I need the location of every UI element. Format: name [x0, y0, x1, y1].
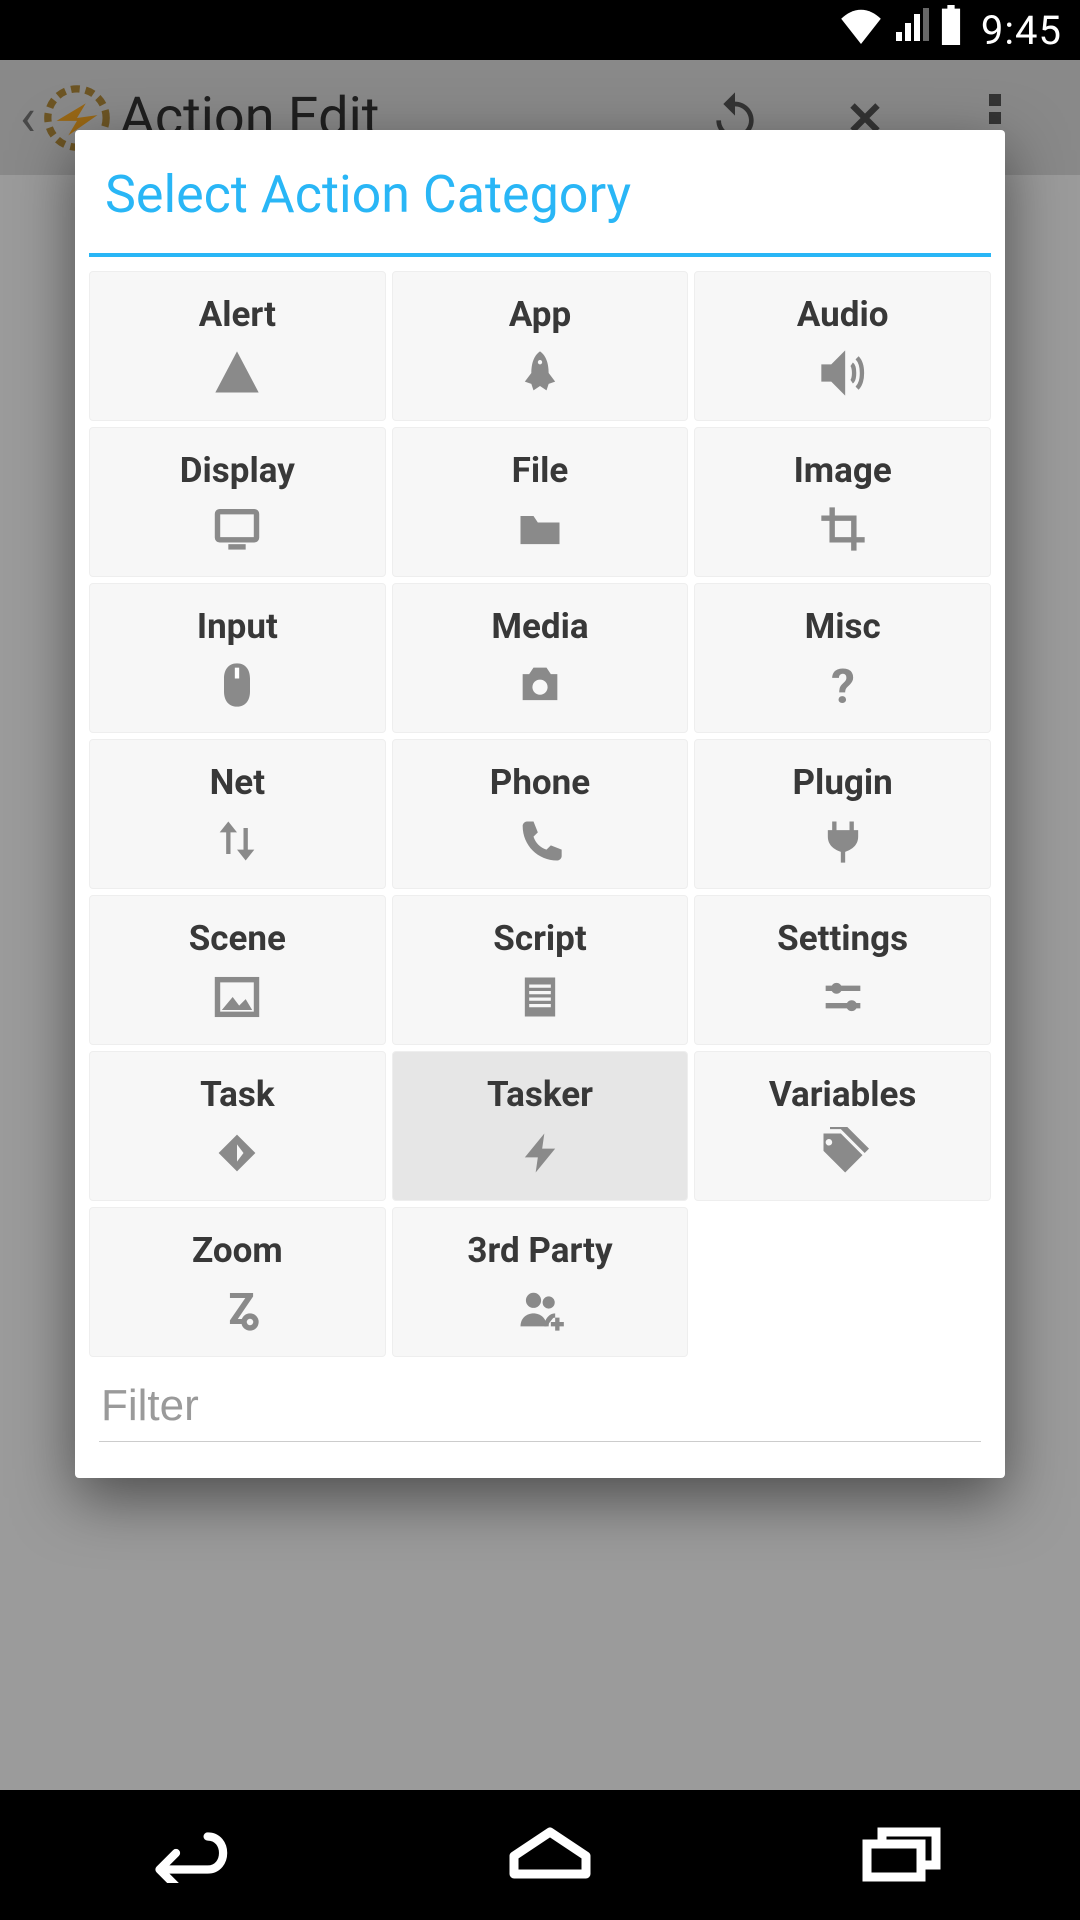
wifi-icon — [839, 7, 883, 54]
category-plugin[interactable]: Plugin — [694, 739, 991, 889]
signal-icon — [893, 7, 929, 54]
category-phone[interactable]: Phone — [392, 739, 689, 889]
category-settings[interactable]: Settings — [694, 895, 991, 1045]
category-net[interactable]: Net — [89, 739, 386, 889]
select-action-category-dialog: Select Action Category Alert App Audio Disp… — [75, 130, 1005, 1478]
category-script[interactable]: Script — [392, 895, 689, 1045]
category-label: Scene — [189, 918, 286, 959]
category-label: Misc — [805, 606, 881, 647]
camera-icon — [514, 659, 566, 711]
system-nav-bar — [0, 1790, 1080, 1920]
category-media[interactable]: Media — [392, 583, 689, 733]
tag-icon — [817, 1127, 869, 1179]
category-label: Tasker — [487, 1074, 593, 1115]
document-icon — [514, 971, 566, 1023]
phone-icon — [514, 815, 566, 867]
category-file[interactable]: File — [392, 427, 689, 577]
category-label: App — [509, 294, 571, 335]
picture-icon — [211, 971, 263, 1023]
group-icon — [514, 1283, 566, 1335]
status-clock: 9:45 — [981, 7, 1062, 54]
filter-input[interactable] — [99, 1377, 981, 1442]
rocket-icon — [514, 347, 566, 399]
category-label: Display — [180, 450, 295, 491]
category-label: Alert — [199, 294, 276, 335]
zoom-icon — [211, 1283, 263, 1335]
category-label: Media — [491, 606, 588, 647]
category-3rd-party[interactable]: 3rd Party — [392, 1207, 689, 1357]
mouse-icon — [211, 659, 263, 711]
plug-icon — [817, 815, 869, 867]
dialog-title: Select Action Category — [75, 130, 1005, 253]
nav-back-icon[interactable] — [132, 1823, 242, 1887]
category-display[interactable]: Display — [89, 427, 386, 577]
category-grid: Alert App Audio Display File Image Input Media M… — [75, 257, 1005, 1371]
folder-icon — [514, 503, 566, 555]
crop-icon — [817, 503, 869, 555]
category-image[interactable]: Image — [694, 427, 991, 577]
updown-icon — [211, 815, 263, 867]
status-bar: 9:45 — [0, 0, 1080, 60]
category-label: Image — [794, 450, 892, 491]
category-zoom[interactable]: Zoom — [89, 1207, 386, 1357]
category-input[interactable]: Input — [89, 583, 386, 733]
category-label: Zoom — [192, 1230, 283, 1271]
category-label: Settings — [777, 918, 908, 959]
category-label: Variables — [769, 1074, 916, 1115]
category-label: 3rd Party — [467, 1230, 612, 1271]
category-label: Phone — [490, 762, 590, 803]
question-icon — [817, 659, 869, 711]
category-label: Script — [493, 918, 586, 959]
category-label: Task — [200, 1074, 275, 1115]
category-label: Input — [197, 606, 278, 647]
category-label: Plugin — [793, 762, 893, 803]
category-audio[interactable]: Audio — [694, 271, 991, 421]
category-alert[interactable]: Alert — [89, 271, 386, 421]
sliders-icon — [817, 971, 869, 1023]
category-label: File — [512, 450, 569, 491]
category-scene[interactable]: Scene — [89, 895, 386, 1045]
bolt-icon — [514, 1127, 566, 1179]
monitor-icon — [211, 503, 263, 555]
nav-home-icon[interactable] — [505, 1823, 595, 1887]
category-task[interactable]: Task — [89, 1051, 386, 1201]
nav-recent-icon[interactable] — [858, 1823, 948, 1887]
battery-icon — [939, 5, 963, 55]
category-tasker[interactable]: Tasker — [392, 1051, 689, 1201]
speaker-icon — [817, 347, 869, 399]
category-label: Net — [210, 762, 265, 803]
category-app[interactable]: App — [392, 271, 689, 421]
alert-icon — [211, 347, 263, 399]
category-misc[interactable]: Misc — [694, 583, 991, 733]
diamond-icon — [211, 1127, 263, 1179]
category-label: Audio — [797, 294, 889, 335]
category-variables[interactable]: Variables — [694, 1051, 991, 1201]
